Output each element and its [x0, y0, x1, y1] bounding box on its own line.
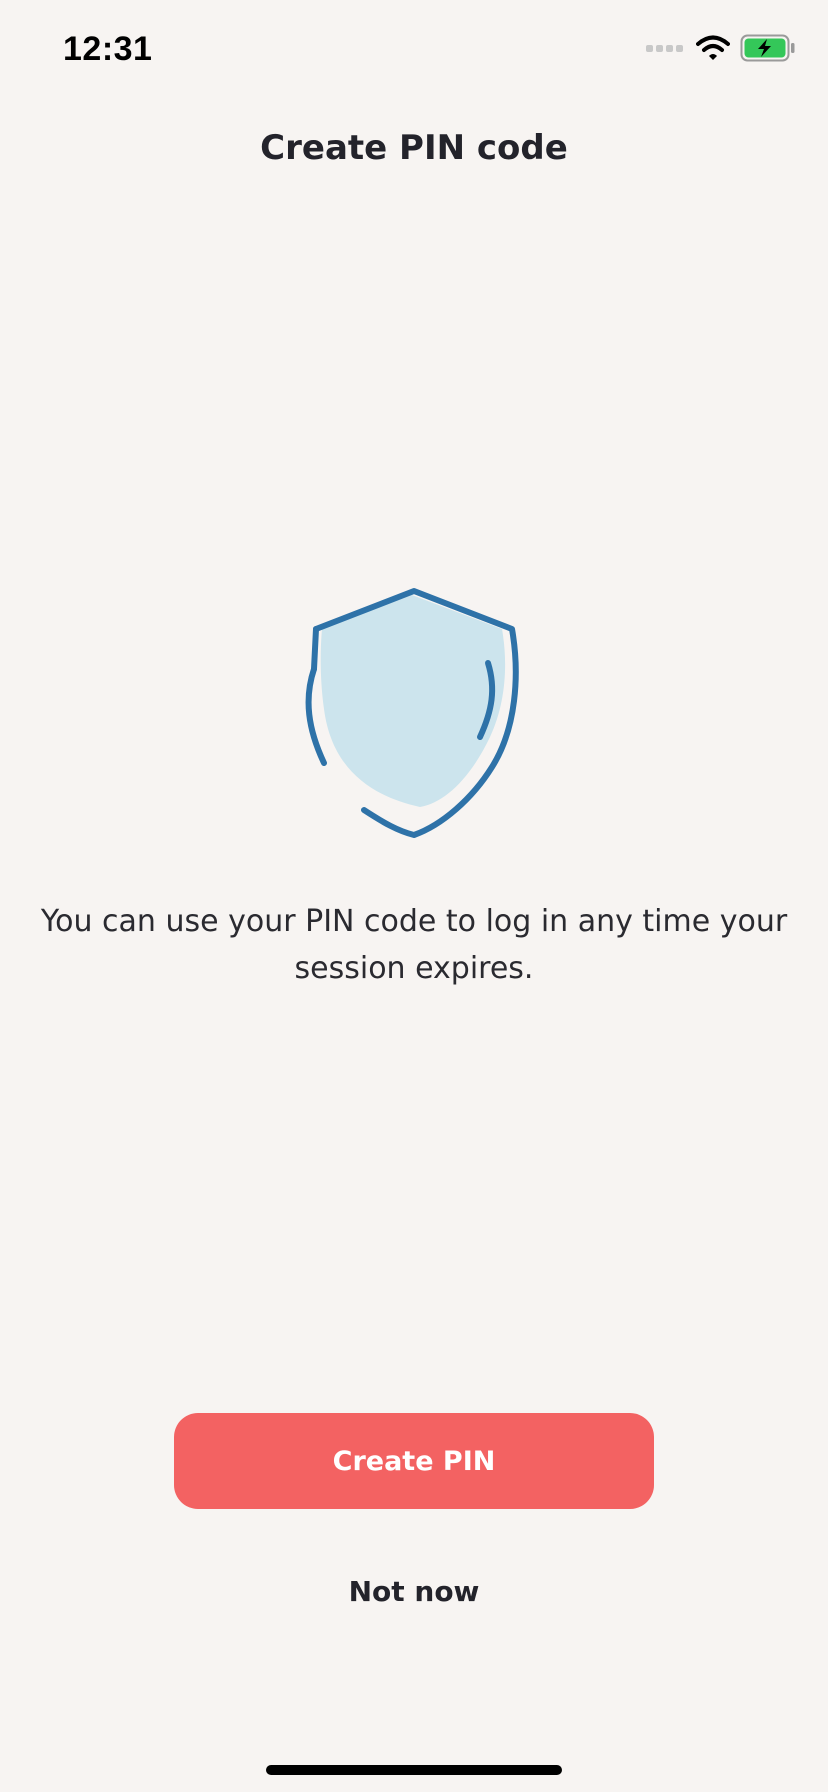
- shield-icon: [305, 588, 519, 838]
- home-indicator[interactable]: [266, 1765, 562, 1775]
- description-text: You can use your PIN code to log in any …: [40, 904, 788, 986]
- battery-charging-icon: [740, 34, 795, 62]
- signal-icon: [646, 45, 683, 52]
- page-title: Create PIN code: [260, 128, 568, 168]
- status-time: 12:31: [63, 30, 153, 68]
- wifi-icon: [696, 35, 730, 60]
- create-pin-button[interactable]: Create PIN: [174, 1413, 654, 1509]
- not-now-button[interactable]: Not now: [274, 1566, 554, 1616]
- status-icons: [646, 34, 796, 62]
- status-bar: 12:31: [0, 0, 828, 100]
